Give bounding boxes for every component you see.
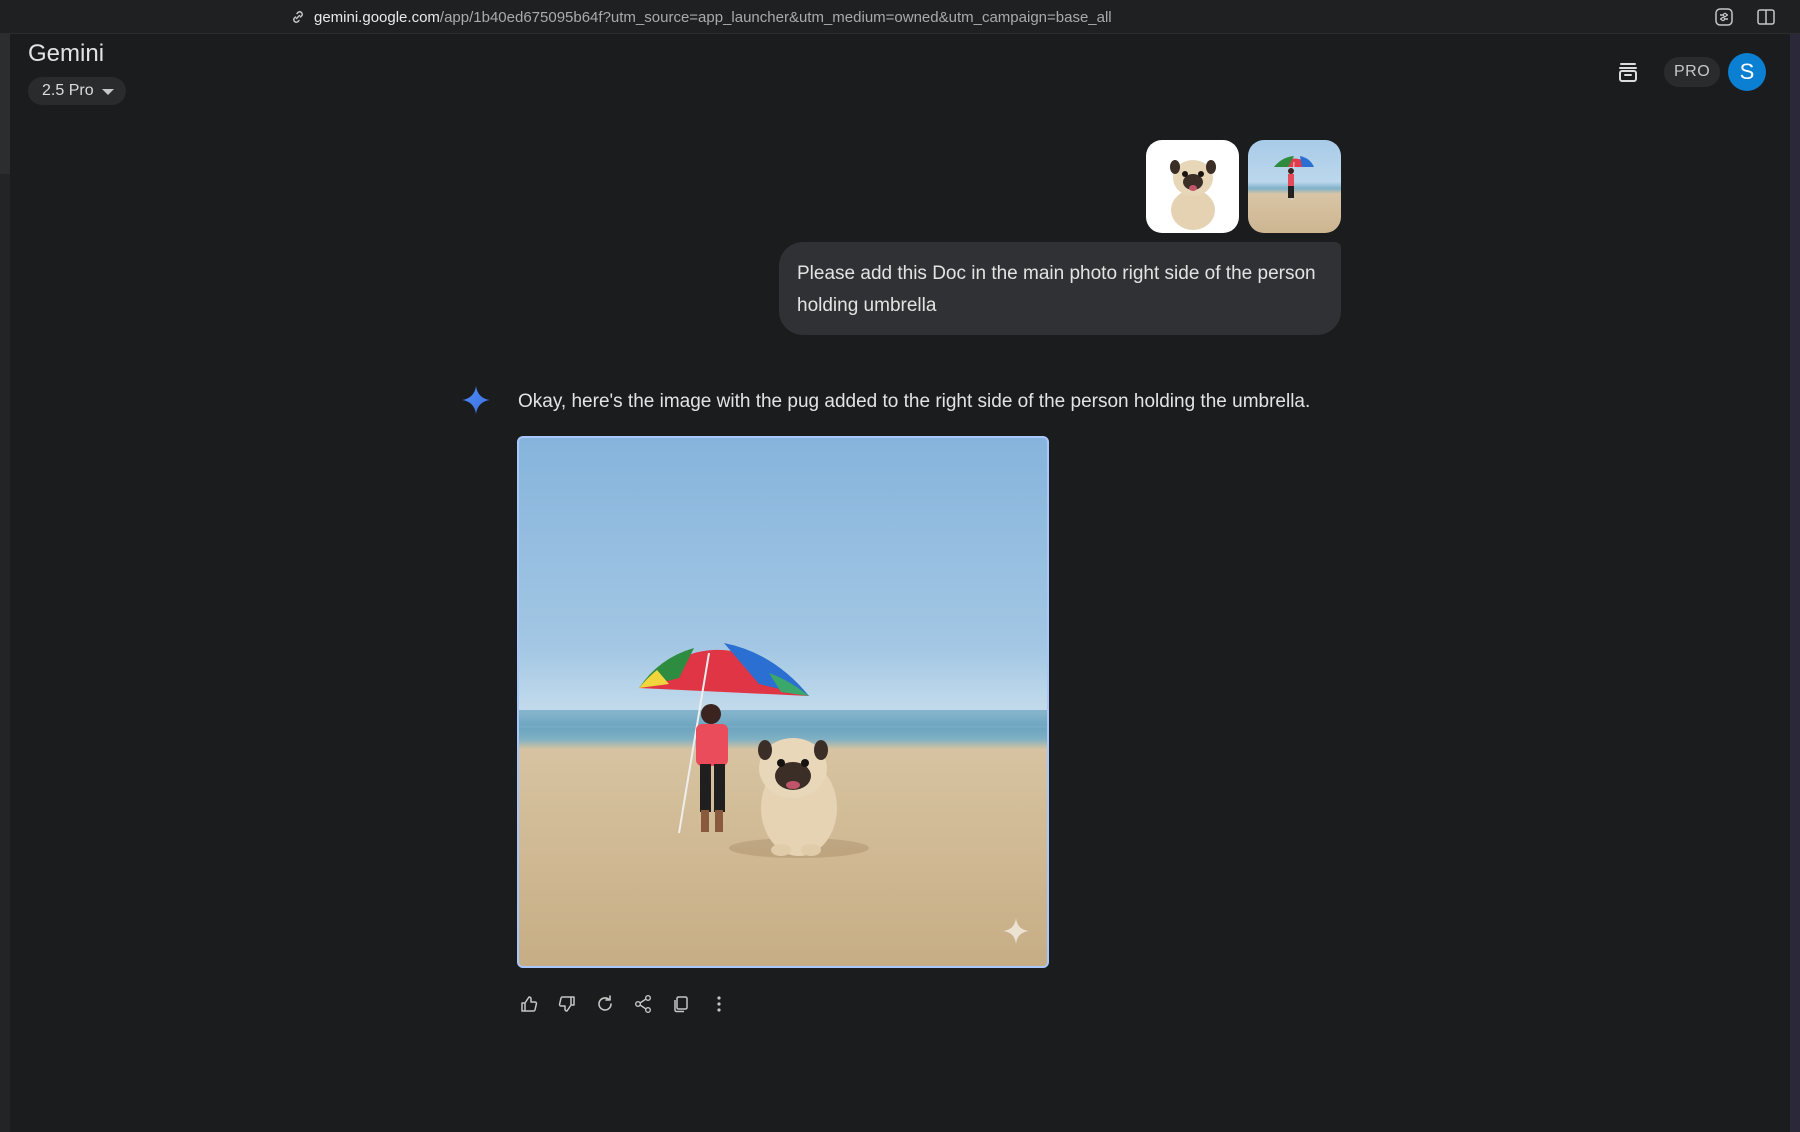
model-label: 2.5 Pro xyxy=(42,82,94,99)
browser-url-bar[interactable]: gemini.google.com/app/1b40ed675095b64f?u… xyxy=(0,0,1800,34)
user-message-bubble: Please add this Doc in the main photo ri… xyxy=(779,242,1341,335)
tune-icon[interactable] xyxy=(1714,7,1734,27)
response-text: Okay, here's the image with the pug adde… xyxy=(518,391,1311,412)
account-avatar[interactable]: S xyxy=(1728,53,1766,91)
response-actions xyxy=(517,992,731,1016)
url-path: /app/1b40ed675095b64f?utm_source=app_lau… xyxy=(439,8,1112,26)
share-icon xyxy=(635,995,651,1013)
copy-button[interactable] xyxy=(669,992,693,1016)
left-sidebar-stub xyxy=(0,34,10,174)
more-vert-icon xyxy=(717,996,721,1012)
pro-badge[interactable]: PRO xyxy=(1664,57,1721,87)
left-sidebar-edge xyxy=(0,34,10,1132)
generated-image[interactable] xyxy=(517,436,1049,968)
chat-history-icon[interactable] xyxy=(1616,60,1640,84)
pug-image xyxy=(1170,160,1216,230)
share-button[interactable] xyxy=(631,992,655,1016)
right-panel-edge xyxy=(1790,34,1800,1132)
model-selector[interactable]: 2.5 Pro xyxy=(28,77,126,105)
redo-icon xyxy=(598,995,612,1011)
app-title: Gemini xyxy=(28,40,105,67)
redo-button[interactable] xyxy=(593,992,617,1016)
url-host: gemini.google.com xyxy=(314,8,440,26)
copy-icon xyxy=(674,996,688,1013)
thumbs-down-icon xyxy=(558,996,575,1012)
side-panel-icon[interactable] xyxy=(1756,7,1776,27)
gemini-spark-icon xyxy=(462,386,490,414)
more-options-button[interactable] xyxy=(707,992,731,1016)
link-icon xyxy=(293,11,303,23)
thumbs-up-button[interactable] xyxy=(517,992,541,1016)
url-display[interactable]: gemini.google.com/app/1b40ed675095b64f?u… xyxy=(290,7,1112,27)
attachment-thumbnail-beach[interactable] xyxy=(1248,140,1341,233)
thumbs-up-icon xyxy=(521,996,538,1012)
beach-image xyxy=(1274,156,1314,201)
attachment-thumbnail-pug[interactable] xyxy=(1146,140,1239,233)
thumbs-down-button[interactable] xyxy=(555,992,579,1016)
beach-scene-image xyxy=(519,643,1047,944)
chevron-down-icon xyxy=(101,89,114,95)
